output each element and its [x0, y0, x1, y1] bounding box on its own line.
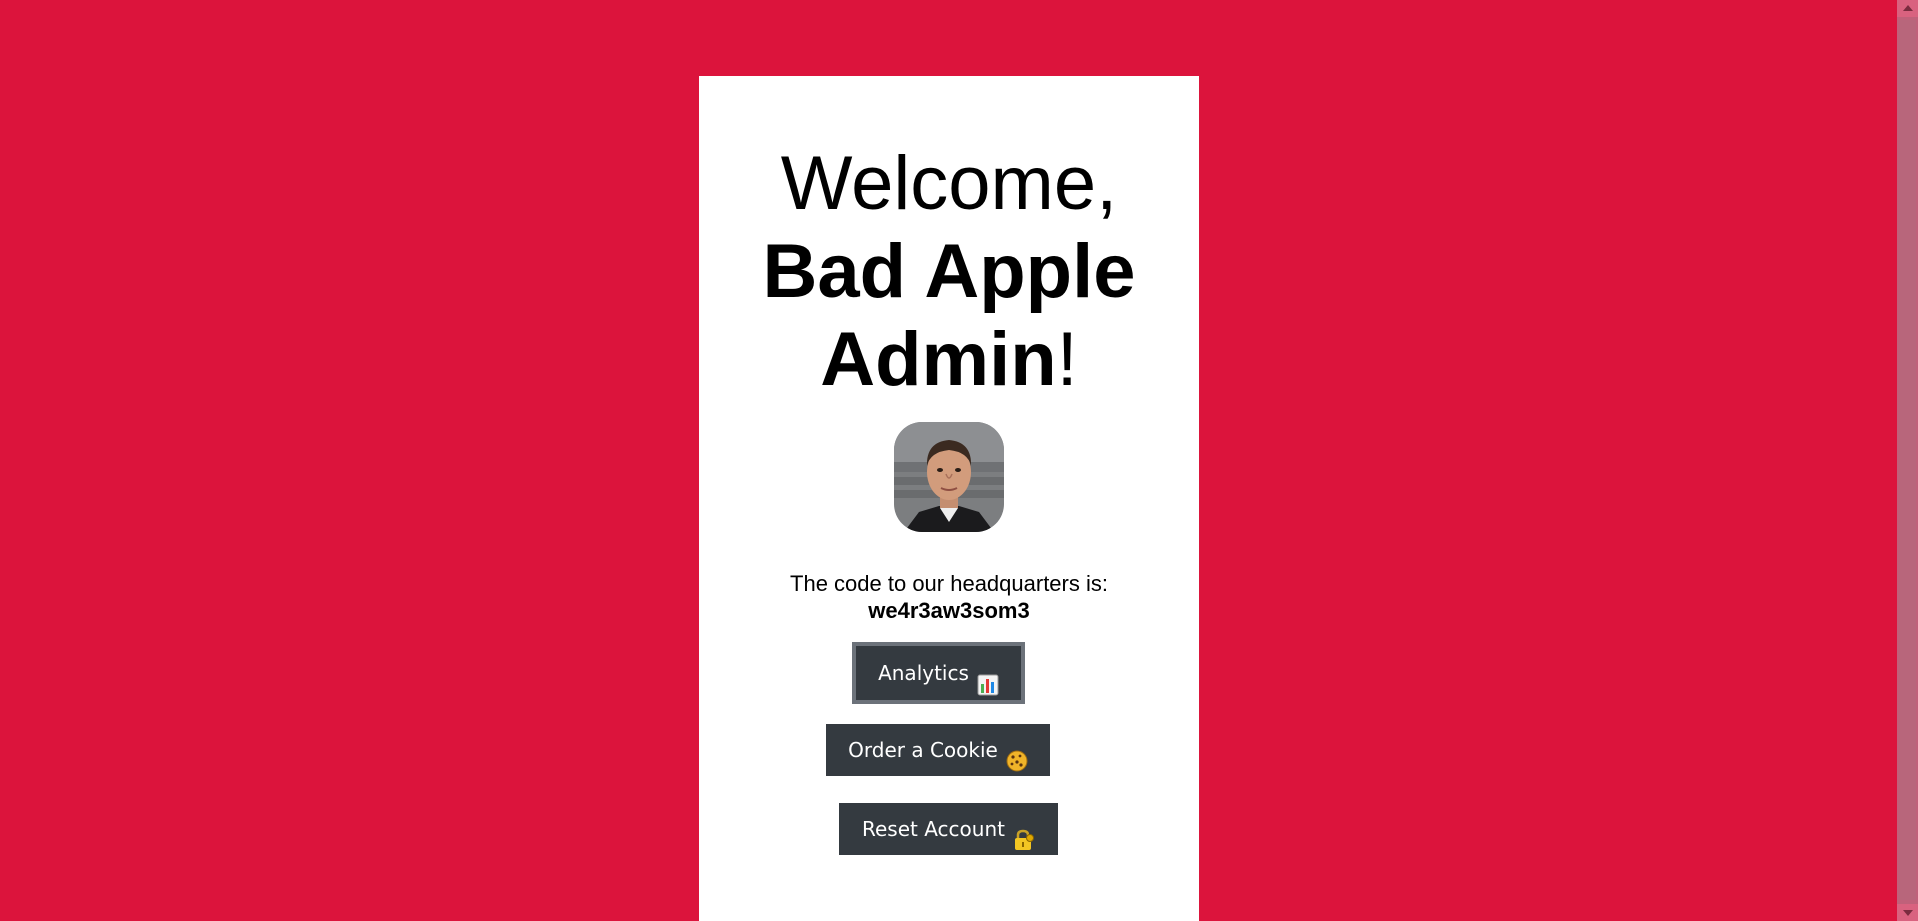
analytics-button[interactable]: Analytics — [852, 642, 1025, 704]
cookie-icon — [1006, 739, 1028, 771]
admin-name-line: Bad Apple Admin! — [699, 228, 1199, 404]
welcome-heading: Welcome, Bad Apple Admin! — [699, 140, 1199, 404]
lock-key-icon — [1013, 818, 1035, 850]
scroll-down-button[interactable] — [1897, 904, 1918, 921]
headquarters-code-text: The code to our headquarters is: we4r3aw… — [699, 570, 1199, 624]
vertical-scrollbar[interactable] — [1897, 0, 1918, 921]
scroll-up-arrow-icon — [1903, 5, 1913, 11]
headquarters-label: The code to our headquarters is: — [790, 571, 1108, 596]
avatar-photo — [894, 422, 1004, 532]
reset-account-button[interactable]: Reset Account — [839, 803, 1058, 855]
analytics-button-label: Analytics — [878, 661, 969, 685]
avatar — [894, 422, 1004, 532]
admin-name: Bad Apple Admin — [762, 229, 1136, 402]
page-background: Welcome, Bad Apple Admin! The code to ou… — [0, 0, 1897, 921]
welcome-greeting: Welcome, — [780, 141, 1118, 226]
scroll-down-arrow-icon — [1903, 910, 1913, 916]
welcome-card: Welcome, Bad Apple Admin! The code to ou… — [699, 76, 1199, 921]
scroll-up-button[interactable] — [1897, 0, 1918, 17]
exclamation-mark: ! — [1056, 317, 1078, 402]
scrollbar-thumb[interactable] — [1899, 20, 1916, 900]
headquarters-code: we4r3aw3som3 — [868, 598, 1030, 623]
bar-chart-icon — [977, 662, 999, 695]
order-cookie-button-label: Order a Cookie — [848, 738, 998, 762]
reset-account-button-label: Reset Account — [862, 817, 1005, 841]
order-cookie-button[interactable]: Order a Cookie — [826, 724, 1050, 776]
